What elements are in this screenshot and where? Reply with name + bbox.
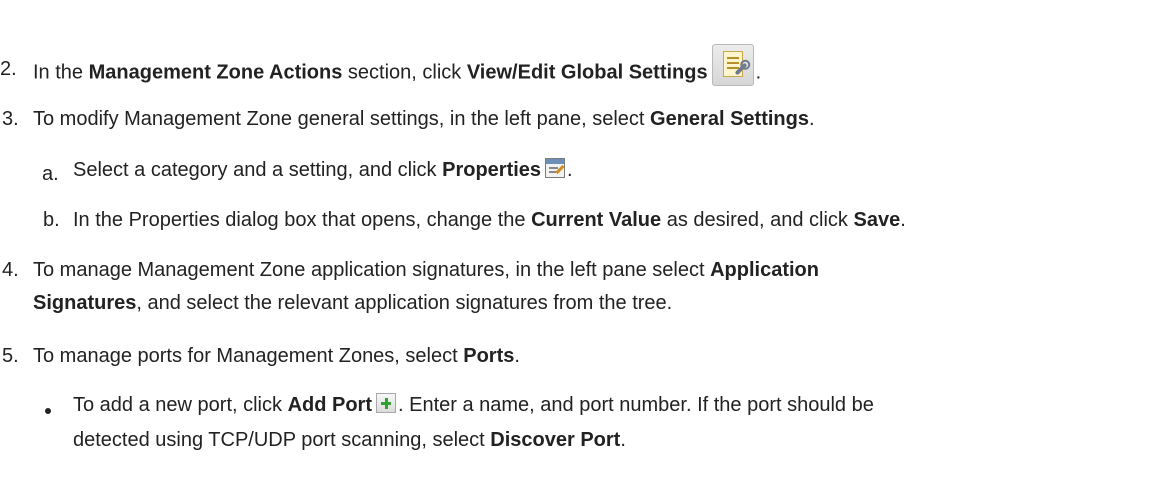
global-settings-icon bbox=[711, 44, 754, 86]
command-name: Discover Port bbox=[490, 429, 621, 451]
command-name: View/Edit Global Settings bbox=[466, 61, 708, 84]
step-number: 4. bbox=[2, 259, 19, 281]
step-letter: b. bbox=[43, 209, 60, 231]
properties-icon bbox=[545, 157, 566, 178]
command-name: Ports bbox=[463, 345, 515, 367]
add-port-icon bbox=[376, 392, 396, 413]
step-number: 5. bbox=[2, 345, 19, 367]
step-text: , and select the relevant application si… bbox=[136, 292, 673, 314]
command-name: Add Port bbox=[287, 394, 372, 416]
step-text: In the Properties dialog box that opens,… bbox=[73, 209, 532, 231]
bullet bbox=[45, 408, 51, 414]
step-text: To manage ports for Management Zones, se… bbox=[33, 345, 464, 367]
step-text: To manage Management Zone application si… bbox=[33, 259, 711, 281]
step-number: 2. bbox=[0, 58, 17, 80]
command-name: Properties bbox=[442, 159, 542, 181]
section-name: Management Zone Actions bbox=[88, 61, 343, 84]
step-text: detected using TCP/UDP port scanning, se… bbox=[73, 429, 491, 451]
step-text: To modify Management Zone general settin… bbox=[33, 108, 651, 130]
step-text: In the bbox=[33, 61, 89, 84]
step-text: Select a category and a setting, and cli… bbox=[73, 159, 443, 181]
step-text: To add a new port, click bbox=[73, 394, 288, 416]
command-name: Save bbox=[853, 209, 901, 231]
command-name: General Settings bbox=[650, 108, 809, 130]
command-name: Signatures bbox=[33, 292, 137, 314]
step-letter: a. bbox=[42, 163, 59, 185]
command-name: Application bbox=[710, 259, 819, 281]
field-name: Current Value bbox=[531, 209, 662, 231]
step-number: 3. bbox=[2, 108, 19, 130]
